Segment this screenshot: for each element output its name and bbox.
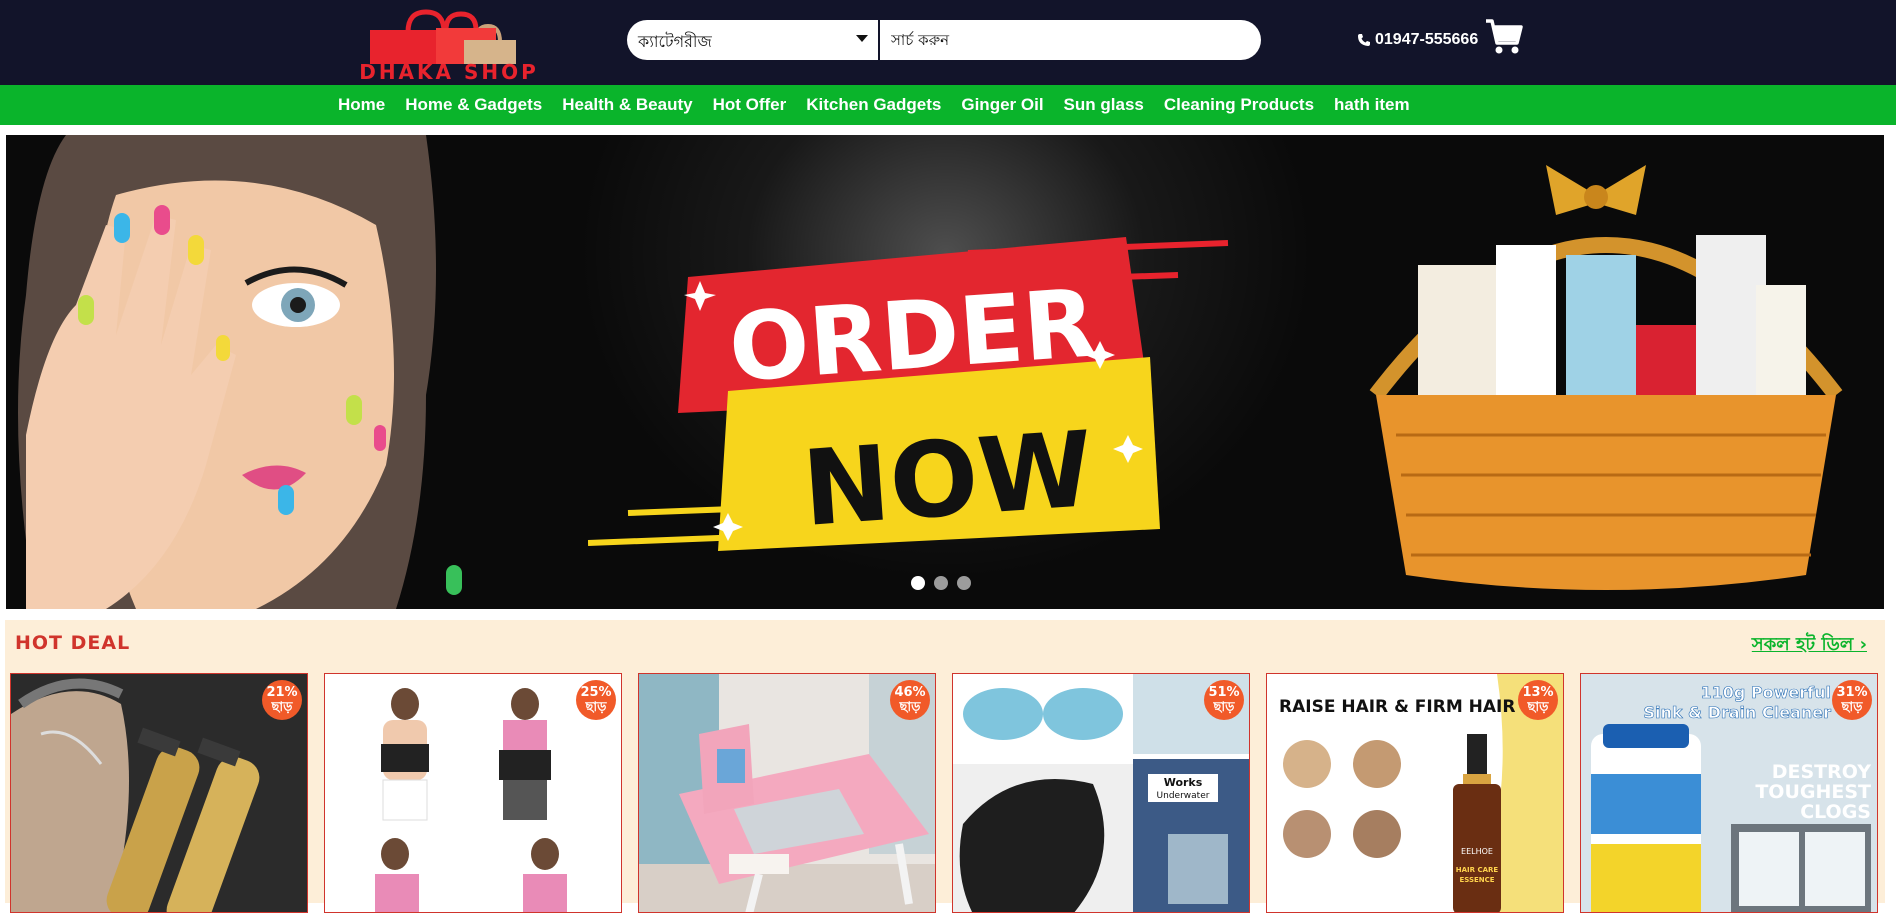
nav-item-cleaning-products[interactable]: Cleaning Products bbox=[1154, 95, 1324, 115]
discount-badge: 25% ছাড় bbox=[576, 680, 616, 720]
nav-item-hot-offer[interactable]: Hot Offer bbox=[703, 95, 797, 115]
svg-text:CLOGS: CLOGS bbox=[1800, 801, 1871, 823]
now-text: NOW bbox=[799, 408, 1097, 550]
svg-text:Underwater: Underwater bbox=[1157, 791, 1210, 801]
cart-icon[interactable] bbox=[1484, 17, 1524, 57]
svg-text:Sink & Drain Cleaner: Sink & Drain Cleaner bbox=[1643, 703, 1831, 722]
product-card[interactable]: RAISE HAIR & FIRM HAIR EELHOE HAIR CARE … bbox=[1266, 673, 1564, 913]
svg-text:TOUGHEST: TOUGHEST bbox=[1755, 781, 1871, 803]
hot-deal-title: HOT DEAL bbox=[15, 632, 131, 654]
phone-link[interactable]: 01947-555666 bbox=[1357, 31, 1478, 49]
hot-deal-section: HOT DEAL সকল হট ডিল › 21% ছাড় 25% ছাড় … bbox=[5, 620, 1885, 913]
main-nav: Home Home & Gadgets Health & Beauty Hot Off… bbox=[0, 85, 1896, 125]
search-input[interactable] bbox=[891, 29, 1241, 51]
carousel-dot[interactable] bbox=[957, 576, 971, 590]
discount-badge: 51% ছাড় bbox=[1204, 680, 1244, 720]
carousel-dot[interactable] bbox=[911, 576, 925, 590]
logo[interactable]: DHAKA SHOP bbox=[296, 8, 602, 82]
nav-item-kitchen-gadgets[interactable]: Kitchen Gadgets bbox=[796, 95, 951, 115]
carousel-dot[interactable] bbox=[934, 576, 948, 590]
view-all-hot-deals-link[interactable]: সকল হট ডিল › bbox=[1752, 630, 1867, 661]
product-card[interactable]: 21% ছাড় bbox=[10, 673, 308, 913]
category-label: ক্যাটেগরীজ bbox=[638, 32, 712, 51]
svg-text:Works: Works bbox=[1164, 776, 1203, 789]
order-now-graphic: ORDER NOW bbox=[588, 237, 1229, 551]
product-basket-image bbox=[1369, 165, 1843, 590]
product-card[interactable]: Works Underwater 51% ছাড় bbox=[952, 673, 1250, 913]
site-header: DHAKA SHOP ক্যাটেগরীজ 01947-555666 bbox=[0, 0, 1896, 85]
product-card[interactable]: 110g Powerful Sink & Drain Cleaner DESTR… bbox=[1580, 673, 1878, 913]
nav-item-ginger-oil[interactable]: Ginger Oil bbox=[951, 95, 1053, 115]
category-dropdown[interactable]: ক্যাটেগরীজ bbox=[627, 20, 880, 60]
svg-text:DESTROY: DESTROY bbox=[1772, 761, 1872, 783]
product-card[interactable]: 46% ছাড় bbox=[638, 673, 936, 913]
phone-number: 01947-555666 bbox=[1375, 31, 1479, 48]
logo-text: DHAKA SHOP bbox=[359, 60, 539, 84]
phone-icon bbox=[1358, 34, 1370, 46]
discount-badge: 31% ছাড় bbox=[1832, 680, 1872, 720]
search-bar: ক্যাটেগরীজ bbox=[627, 20, 1261, 60]
discount-badge: 21% ছাড় bbox=[262, 680, 302, 720]
nav-item-home[interactable]: Home bbox=[328, 95, 395, 115]
discount-badge: 13% ছাড় bbox=[1518, 680, 1558, 720]
nav-item-sun-glass[interactable]: Sun glass bbox=[1054, 95, 1154, 115]
svg-text:110g Powerful: 110g Powerful bbox=[1701, 683, 1832, 702]
svg-text:HAIR CARE: HAIR CARE bbox=[1456, 866, 1499, 874]
shopping-bags-logo-icon bbox=[370, 9, 516, 64]
svg-text:EELHOE: EELHOE bbox=[1461, 847, 1493, 856]
svg-text:ESSENCE: ESSENCE bbox=[1459, 876, 1494, 884]
svg-text:RAISE HAIR & FIRM HAIR: RAISE HAIR & FIRM HAIR bbox=[1279, 697, 1515, 717]
product-card[interactable]: 25% ছাড় bbox=[324, 673, 622, 913]
discount-badge: 46% ছাড় bbox=[890, 680, 930, 720]
hero-banner[interactable]: ORDER NOW bbox=[6, 135, 1884, 609]
nav-item-home-gadgets[interactable]: Home & Gadgets bbox=[395, 95, 552, 115]
carousel-dots bbox=[911, 576, 971, 590]
nav-item-health-beauty[interactable]: Health & Beauty bbox=[552, 95, 702, 115]
caret-down-icon bbox=[856, 35, 868, 42]
model-image bbox=[6, 135, 486, 609]
nav-item-hath-item[interactable]: hath item bbox=[1324, 95, 1420, 115]
